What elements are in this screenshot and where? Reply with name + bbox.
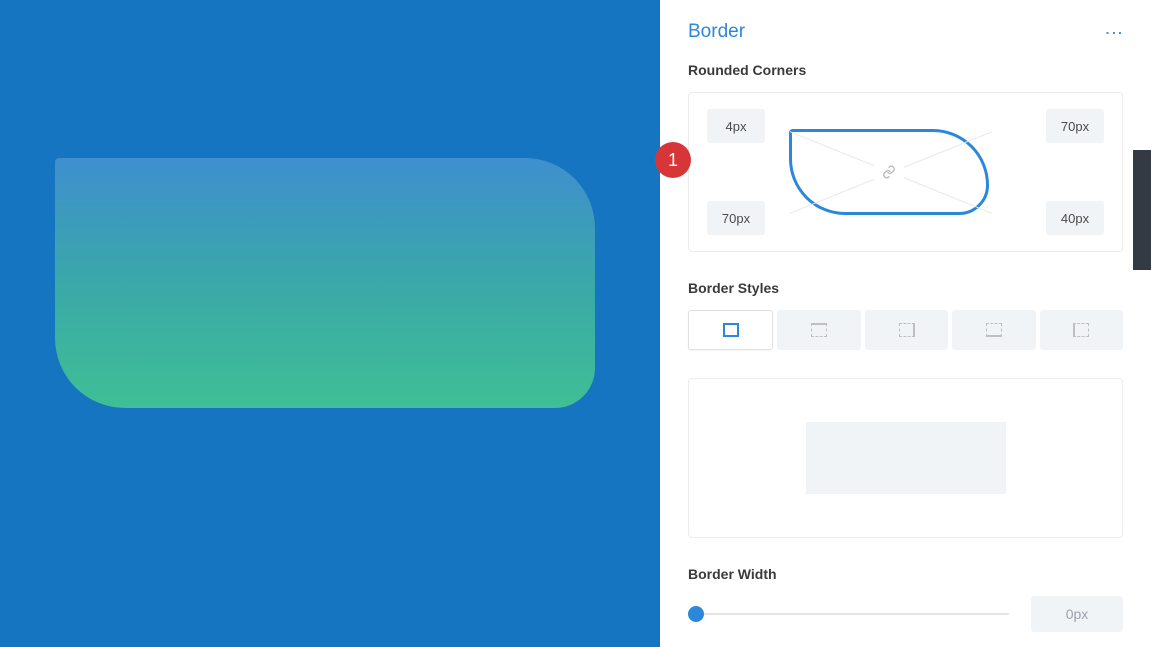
preview-box (55, 158, 595, 408)
border-styles-label: Border Styles (688, 280, 1123, 296)
corner-radius-top-left-input[interactable] (707, 109, 765, 143)
border-all-icon (723, 323, 739, 337)
border-style-top-button[interactable] (777, 310, 860, 350)
border-style-left-button[interactable] (1040, 310, 1123, 350)
border-styles-group (688, 310, 1123, 350)
border-preview-inner (806, 422, 1006, 494)
border-right-icon (899, 323, 915, 337)
border-bottom-icon (986, 323, 1002, 337)
border-width-label: Border Width (688, 566, 1123, 582)
slider-thumb[interactable] (688, 606, 704, 622)
panel-menu-button[interactable]: ⋮ (1105, 20, 1123, 44)
border-width-input[interactable] (1031, 596, 1123, 632)
link-corners-toggle[interactable] (874, 163, 904, 181)
border-preview-frame (688, 378, 1123, 538)
right-edge-strip (1133, 0, 1151, 647)
panel-title: Border (688, 21, 745, 43)
settings-panel: Border ⋮ Rounded Corners (660, 0, 1151, 647)
slider-track (688, 613, 1009, 615)
border-style-bottom-button[interactable] (952, 310, 1035, 350)
border-left-icon (1073, 323, 1089, 337)
annotation-badge-1: 1 (655, 142, 691, 178)
corner-radius-bottom-left-input[interactable] (707, 201, 765, 235)
rounded-corners-label: Rounded Corners (688, 62, 1123, 78)
corner-radius-bottom-right-input[interactable] (1046, 201, 1104, 235)
corner-radius-shape-preview (789, 129, 989, 215)
canvas-area (0, 0, 660, 647)
rounded-corners-control (688, 92, 1123, 252)
annotation-label: 1 (668, 150, 678, 171)
border-style-all-button[interactable] (688, 310, 773, 350)
corner-radius-top-right-input[interactable] (1046, 109, 1104, 143)
border-width-slider[interactable] (688, 605, 1009, 623)
border-top-icon (811, 323, 827, 337)
border-style-right-button[interactable] (865, 310, 948, 350)
